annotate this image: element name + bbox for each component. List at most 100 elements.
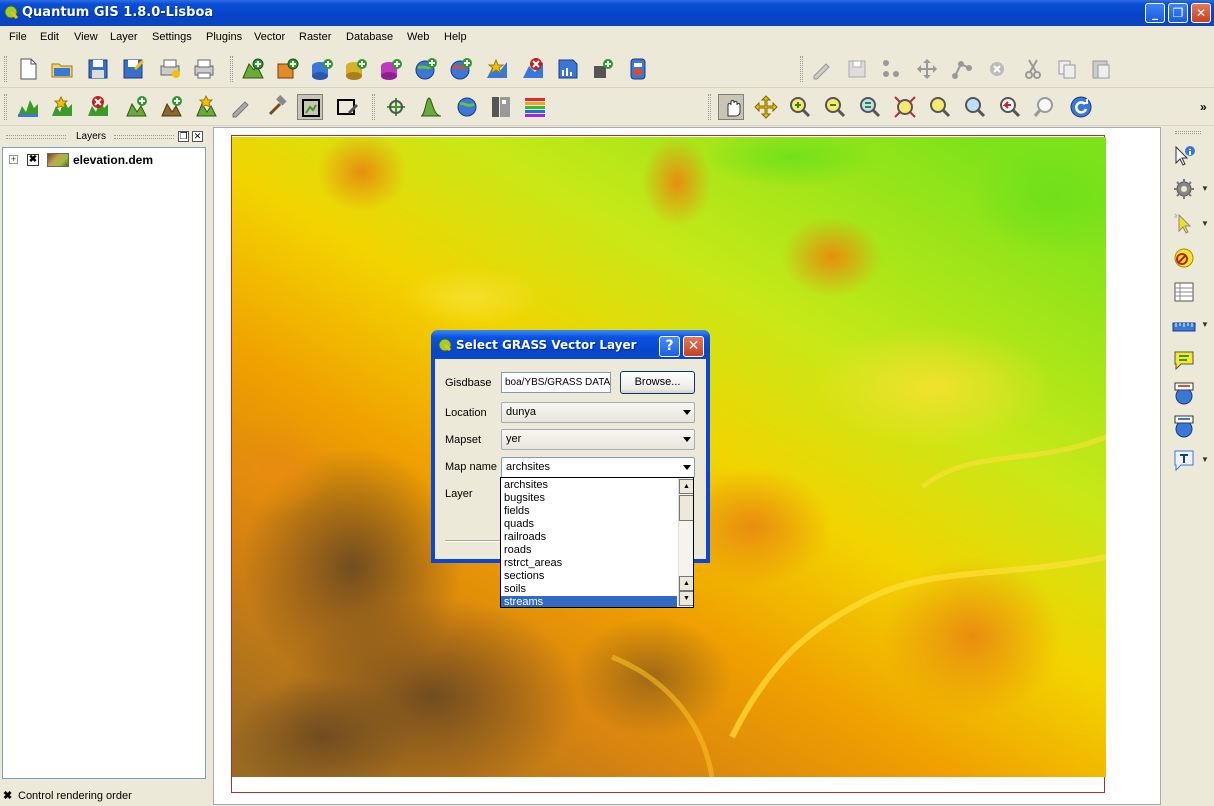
menu-vector[interactable]: Vector xyxy=(254,31,285,43)
toolbar-handle[interactable] xyxy=(4,56,7,82)
add-grass-raster-icon[interactable] xyxy=(159,94,185,120)
zoom-to-layer-icon[interactable] xyxy=(927,94,953,120)
open-project-icon[interactable] xyxy=(49,56,75,82)
edit-region-icon[interactable] xyxy=(334,94,360,120)
list-item[interactable]: sections xyxy=(501,570,677,583)
menu-database[interactable]: Database xyxy=(346,31,393,43)
new-grass-vector-icon[interactable] xyxy=(194,94,220,120)
openlayers-icon[interactable] xyxy=(454,94,480,120)
toggle-editing-icon[interactable] xyxy=(809,56,835,82)
save-project-icon[interactable] xyxy=(85,56,111,82)
paste-features-icon[interactable] xyxy=(1088,56,1114,82)
new-shapefile-icon[interactable] xyxy=(555,56,581,82)
dropdown-arrow-icon[interactable]: ▼ xyxy=(1201,219,1209,228)
display-region-icon[interactable] xyxy=(297,94,323,120)
gisdbase-input[interactable]: boa/YBS/GRASS DATA xyxy=(501,372,611,393)
minimize-button[interactable]: _ xyxy=(1145,3,1165,23)
toolbar-handle[interactable] xyxy=(230,56,233,82)
print-composer-icon[interactable] xyxy=(157,56,183,82)
add-wcs-layer-icon[interactable] xyxy=(448,56,474,82)
pan-map-icon[interactable] xyxy=(718,94,744,120)
control-rendering-order-checkbox[interactable]: ✖ xyxy=(3,791,13,802)
browse-button[interactable]: Browse... xyxy=(620,371,695,394)
menu-view[interactable]: View xyxy=(74,31,98,43)
color-ramp-icon[interactable] xyxy=(522,94,548,120)
add-feature-icon[interactable] xyxy=(878,56,904,82)
list-item[interactable]: fields xyxy=(501,505,677,518)
toolbar-handle[interactable] xyxy=(4,94,7,120)
open-grass-mapset-icon[interactable] xyxy=(15,94,41,120)
zoom-last-icon[interactable] xyxy=(997,94,1023,120)
zoom-full-icon[interactable] xyxy=(892,94,918,120)
delete-selected-icon[interactable] xyxy=(984,56,1010,82)
panel-grip[interactable] xyxy=(6,135,66,139)
dropdown-arrow-icon[interactable]: ▼ xyxy=(1201,320,1209,329)
menu-raster[interactable]: Raster xyxy=(299,31,331,43)
zoom-next-icon[interactable] xyxy=(1032,94,1058,120)
add-grass-vector-icon[interactable] xyxy=(124,94,150,120)
pan-to-selection-icon[interactable] xyxy=(753,94,779,120)
list-item[interactable]: bugsites xyxy=(501,492,677,505)
histogram-icon[interactable] xyxy=(418,94,444,120)
move-feature-icon[interactable] xyxy=(914,56,940,82)
add-wfs-layer-icon[interactable] xyxy=(484,56,510,82)
add-delimited-text-icon[interactable] xyxy=(590,56,616,82)
print-icon[interactable] xyxy=(191,56,217,82)
menu-edit[interactable]: Edit xyxy=(40,31,59,43)
layers-tree[interactable]: + ✖ elevation.dem xyxy=(2,147,206,779)
menu-settings[interactable]: Settings xyxy=(152,31,192,43)
zoom-to-selection-icon[interactable] xyxy=(962,94,988,120)
save-as-icon[interactable] xyxy=(120,56,146,82)
maximize-button[interactable]: ❐ xyxy=(1168,3,1188,23)
refresh-icon[interactable] xyxy=(1068,94,1094,120)
scroll-down-button[interactable]: ▼ xyxy=(679,591,693,606)
add-vector-layer-icon[interactable] xyxy=(240,56,266,82)
select-features-icon[interactable] xyxy=(1171,211,1197,237)
toolbar-handle[interactable] xyxy=(800,56,803,82)
close-grass-mapset-icon[interactable] xyxy=(85,94,111,120)
menu-help[interactable]: Help xyxy=(444,31,467,43)
panel-grip[interactable] xyxy=(114,135,174,139)
location-combo[interactable]: dunya xyxy=(501,402,695,423)
deselect-features-icon[interactable] xyxy=(1171,245,1197,271)
add-spatialite-layer-icon[interactable] xyxy=(343,56,369,82)
dropdown-scrollbar[interactable]: ▲ ▲ ▼ xyxy=(678,478,693,607)
zoom-in-icon[interactable] xyxy=(787,94,813,120)
menu-file[interactable]: File xyxy=(9,31,27,43)
dialog-titlebar[interactable]: Select GRASS Vector Layer ? ✕ xyxy=(431,330,710,359)
dropdown-arrow-icon[interactable]: ▼ xyxy=(1201,455,1209,464)
mapname-dropdown-list[interactable]: archsites bugsites fields quads railroad… xyxy=(500,477,694,608)
list-item[interactable]: roads xyxy=(501,544,677,557)
save-edits-icon[interactable] xyxy=(844,56,870,82)
run-action-icon[interactable] xyxy=(1171,176,1197,202)
add-wms-layer-icon[interactable] xyxy=(413,56,439,82)
dialog-close-button[interactable]: ✕ xyxy=(683,336,704,357)
expand-icon[interactable]: + xyxy=(9,155,18,164)
scroll-thumb[interactable] xyxy=(679,495,693,521)
measure-line-icon[interactable] xyxy=(1171,313,1197,339)
add-mssql-layer-icon[interactable] xyxy=(378,56,404,82)
list-item[interactable]: railroads xyxy=(501,531,677,544)
scroll-up-button[interactable]: ▲ xyxy=(679,479,693,494)
cut-features-icon[interactable] xyxy=(1020,56,1046,82)
layer-row[interactable]: + ✖ elevation.dem xyxy=(7,152,203,168)
show-bookmarks-icon[interactable] xyxy=(1171,413,1197,439)
dropdown-arrow-icon[interactable]: ▼ xyxy=(1201,184,1209,193)
mapname-combo[interactable]: archsites xyxy=(501,457,695,478)
zoom-actual-size-icon[interactable] xyxy=(857,94,883,120)
scroll-up-button[interactable]: ▲ xyxy=(679,576,693,591)
layer-visibility-checkbox[interactable]: ✖ xyxy=(27,154,39,166)
menu-plugins[interactable]: Plugins xyxy=(206,31,242,43)
toolbar-handle[interactable] xyxy=(708,94,711,120)
toolbar-handle[interactable] xyxy=(1175,131,1201,134)
list-item-selected[interactable]: streams xyxy=(501,596,677,607)
help-button[interactable]: ? xyxy=(659,336,680,357)
new-grass-mapset-icon[interactable] xyxy=(49,94,75,120)
attribute-table-icon[interactable] xyxy=(1171,279,1197,305)
list-item[interactable]: archsites xyxy=(501,479,677,492)
add-postgis-layer-icon[interactable] xyxy=(309,56,335,82)
georeferencer-icon[interactable] xyxy=(383,94,409,120)
menu-layer[interactable]: Layer xyxy=(110,31,138,43)
list-item[interactable]: soils xyxy=(501,583,677,596)
close-panel-button[interactable]: ✕ xyxy=(192,131,203,142)
